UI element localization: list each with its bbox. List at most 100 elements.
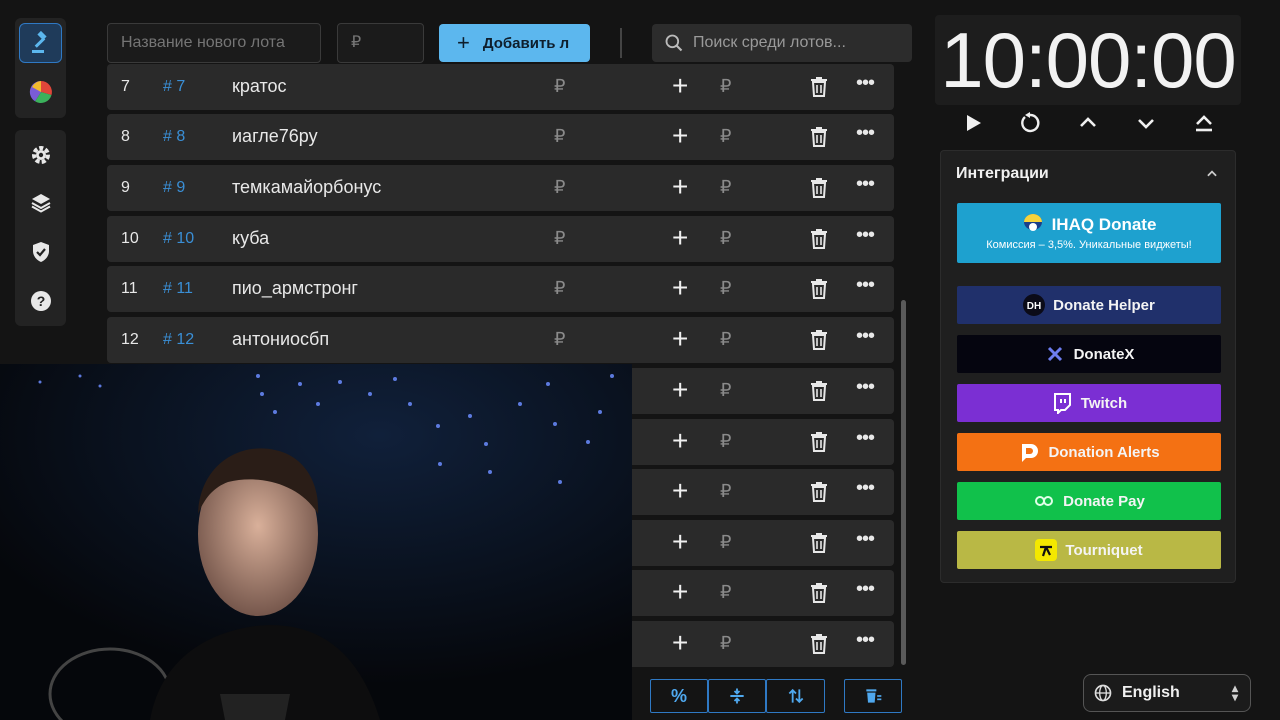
lot-number: 9	[121, 179, 130, 196]
add-amount-input[interactable]: ₽	[720, 278, 731, 299]
add-amount-input[interactable]: ₽	[720, 380, 731, 401]
eject-icon	[1196, 115, 1212, 132]
trash-icon[interactable]	[810, 178, 828, 198]
percent-toggle-button[interactable]: %	[650, 679, 708, 713]
more-options-button[interactable]: •••	[856, 578, 875, 601]
lot-row: 9 # 9 темкамайорбонус ₽ + ₽ •••	[107, 165, 894, 211]
add-amount-button[interactable]: +	[672, 527, 688, 557]
more-options-button[interactable]: •••	[856, 528, 875, 551]
play-icon	[967, 115, 981, 131]
integration-label: Donate Helper	[1053, 296, 1155, 314]
trash-icon[interactable]	[810, 127, 828, 147]
trash-icon[interactable]	[810, 432, 828, 452]
add-amount-input[interactable]: ₽	[720, 76, 731, 97]
lot-id[interactable]: # 7	[163, 78, 185, 96]
lot-id[interactable]: # 8	[163, 128, 185, 146]
trash-icon[interactable]	[810, 279, 828, 299]
chevron-up-icon[interactable]	[1205, 167, 1219, 181]
lot-name[interactable]: темкамайорбонус	[232, 177, 381, 198]
add-amount-input[interactable]: ₽	[720, 431, 731, 452]
add-amount-button[interactable]: +	[672, 121, 688, 151]
donate-helper-icon: DH	[1023, 294, 1046, 316]
add-amount-input[interactable]: ₽	[720, 177, 731, 198]
lot-number: 12	[121, 331, 139, 348]
trash-icon[interactable]	[810, 482, 828, 502]
integrations-title: Интеграции	[956, 165, 1049, 182]
add-amount-button[interactable]: +	[672, 628, 688, 658]
lot-name[interactable]: антониосбп	[232, 329, 329, 350]
more-options-button[interactable]: •••	[856, 224, 875, 247]
trash-icon[interactable]	[810, 634, 828, 654]
sidebar-layers-button[interactable]	[19, 183, 62, 223]
split-lots-button[interactable]	[708, 679, 766, 713]
donatex-button[interactable]: DonateX	[957, 335, 1221, 373]
language-label: English	[1122, 684, 1180, 701]
sidebar-moderation-button[interactable]	[19, 232, 62, 272]
add-amount-input[interactable]: ₽	[720, 126, 731, 147]
lot-name[interactable]: кратос	[232, 76, 287, 97]
timer-play-button[interactable]	[958, 108, 988, 138]
lot-id[interactable]: # 12	[163, 331, 194, 349]
add-amount-button[interactable]: +	[672, 476, 688, 506]
lot-id[interactable]: # 9	[163, 179, 185, 197]
timer-collapse-button[interactable]	[1189, 108, 1219, 138]
integration-label: Donation Alerts	[1048, 443, 1160, 461]
lot-name[interactable]: куба	[232, 228, 269, 249]
add-amount-button[interactable]: +	[672, 71, 688, 101]
donate-pay-button[interactable]: Donate Pay	[957, 482, 1221, 520]
lot-id[interactable]: # 10	[163, 230, 194, 248]
add-amount-button[interactable]: +	[672, 324, 688, 354]
add-amount-input[interactable]: ₽	[720, 633, 731, 654]
trash-icon[interactable]	[810, 533, 828, 553]
add-amount-button[interactable]: +	[672, 375, 688, 405]
more-options-button[interactable]: •••	[856, 325, 875, 348]
lot-id[interactable]: # 11	[163, 280, 193, 298]
lot-sum: ₽	[554, 177, 566, 197]
timer-increase-button[interactable]	[1073, 108, 1103, 138]
more-options-button[interactable]: •••	[856, 72, 875, 95]
donation-alerts-button[interactable]: Donation Alerts	[957, 433, 1221, 471]
trash-icon[interactable]	[810, 381, 828, 401]
more-options-button[interactable]: •••	[856, 477, 875, 500]
more-options-button[interactable]: •••	[856, 629, 875, 652]
add-amount-input[interactable]: ₽	[720, 481, 731, 502]
more-options-button[interactable]: •••	[856, 274, 875, 297]
sidebar-wheel-button[interactable]	[19, 72, 62, 112]
more-options-button[interactable]: •••	[856, 122, 875, 145]
add-amount-button[interactable]: +	[672, 273, 688, 303]
ihaq-title: IHAQ Donate	[1051, 215, 1157, 234]
language-select[interactable]: English ▴ ▾	[1083, 674, 1251, 712]
add-amount-input[interactable]: ₽	[720, 329, 731, 350]
add-amount-input[interactable]: ₽	[720, 228, 731, 249]
timer-reset-button[interactable]	[1015, 108, 1045, 138]
add-amount-button[interactable]: +	[672, 223, 688, 253]
sidebar-settings-button[interactable]	[19, 135, 62, 175]
add-amount-input[interactable]: ₽	[720, 582, 731, 603]
add-amount-button[interactable]: +	[672, 577, 688, 607]
clear-lots-button[interactable]	[844, 679, 902, 713]
timer-decrease-button[interactable]	[1131, 108, 1161, 138]
more-options-button[interactable]: •••	[856, 427, 875, 450]
select-arrows-icon: ▴ ▾	[1231, 681, 1238, 704]
trash-icon[interactable]	[810, 77, 828, 97]
lot-name[interactable]: иагле76ру	[232, 126, 318, 147]
trash-icon[interactable]	[810, 583, 828, 603]
add-amount-button[interactable]: +	[672, 426, 688, 456]
ihaq-donate-button[interactable]: IHAQ Donate Комиссия – 3,5%. Уникальные …	[957, 203, 1221, 263]
reset-icon	[1021, 112, 1040, 133]
add-amount-input[interactable]: ₽	[720, 532, 731, 553]
trash-icon[interactable]	[810, 330, 828, 350]
lot-sum: ₽	[554, 278, 566, 298]
tourniquet-button[interactable]: Tourniquet	[957, 531, 1221, 569]
sort-lots-button[interactable]	[766, 679, 825, 713]
lot-name[interactable]: пио_армстронг	[232, 278, 358, 299]
more-options-button[interactable]: •••	[856, 173, 875, 196]
sidebar-help-button[interactable]: ?	[19, 281, 62, 321]
donate-helper-button[interactable]: DH Donate Helper	[957, 286, 1221, 324]
sidebar-auction-button[interactable]	[19, 23, 62, 63]
trash-icon[interactable]	[810, 229, 828, 249]
twitch-button[interactable]: Twitch	[957, 384, 1221, 422]
lots-scrollbar[interactable]	[901, 300, 906, 665]
more-options-button[interactable]: •••	[856, 376, 875, 399]
add-amount-button[interactable]: +	[672, 172, 688, 202]
